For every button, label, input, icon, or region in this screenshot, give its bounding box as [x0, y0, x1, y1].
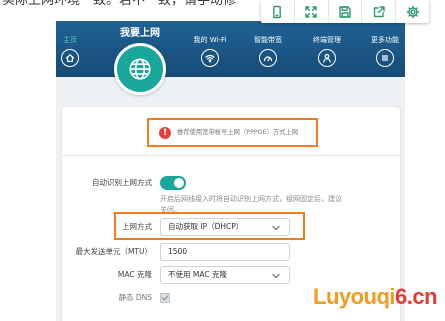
mac-clone-select[interactable]: 不使用 MAC 克隆 [160, 266, 290, 284]
chevron-down-icon [272, 273, 280, 279]
share-icon [373, 5, 385, 17]
nav-item-internet[interactable]: 我要上网 [114, 21, 166, 95]
static-dns-label: 静态 DNS [118, 293, 152, 302]
more-list-icon [376, 49, 394, 67]
article-intro-text: 实际上网环境一致。若不一致，请手动修 [2, 0, 237, 8]
nav-item-more[interactable]: 更多功能 [360, 21, 410, 77]
nav-label-internet: 我要上网 [120, 28, 160, 39]
wifi-icon [201, 49, 219, 67]
settings-button[interactable] [396, 0, 429, 23]
nav-label-more: 更多功能 [371, 36, 399, 44]
notice-highlight-box [147, 118, 318, 147]
watermark-part-b: 6.cn [395, 284, 438, 309]
mtu-label: 最大发送单元（MTU） [75, 247, 152, 256]
fullscreen-icon [305, 5, 317, 18]
nav-item-home[interactable]: 主页 [45, 21, 95, 77]
share-button[interactable] [362, 0, 397, 23]
static-dns-checkbox[interactable] [160, 293, 170, 303]
tablet-icon [273, 5, 282, 18]
watermark-part-a: Luyouqi [313, 284, 396, 309]
mtu-input[interactable]: 1500 [160, 243, 290, 261]
save-button[interactable] [329, 0, 363, 23]
gear-icon [406, 5, 419, 18]
section-divider [61, 155, 401, 156]
nav-label-devices: 终端管理 [313, 36, 341, 44]
save-icon [339, 5, 351, 18]
mtu-value: 1500 [168, 247, 188, 256]
checkmark-icon [161, 295, 169, 301]
toggle-knob [174, 178, 184, 188]
nav-item-bandwidth[interactable]: 智能带宽 [243, 21, 293, 77]
router-nav-bar: 主页 我要上网 我的 Wi-Fi 智能带宽 终端管理 更多功能 [56, 21, 405, 95]
tablet-view-button[interactable] [261, 0, 295, 23]
mac-clone-label: MAC 克隆 [117, 270, 152, 279]
nav-item-wifi[interactable]: 我的 Wi-Fi [185, 21, 235, 77]
home-icon [61, 49, 79, 67]
nav-label-wifi: 我的 Wi-Fi [193, 36, 227, 44]
user-icon [318, 49, 336, 67]
mac-clone-value: 不使用 MAC 克隆 [168, 270, 227, 279]
nav-label-home: 主页 [63, 36, 77, 44]
floating-toolbar [261, 0, 429, 23]
fullscreen-button[interactable] [295, 0, 329, 23]
auto-detect-label: 自动识别上网方式 [92, 178, 152, 187]
wan-mode-highlight-box [114, 212, 305, 240]
bandwidth-gauge-icon [259, 49, 277, 67]
auto-detect-toggle[interactable] [160, 176, 186, 190]
globe-icon [114, 43, 166, 95]
nav-label-bandwidth: 智能带宽 [254, 36, 282, 44]
nav-item-devices[interactable]: 终端管理 [302, 21, 352, 77]
site-watermark: Luyouqi6.cn [313, 284, 438, 310]
